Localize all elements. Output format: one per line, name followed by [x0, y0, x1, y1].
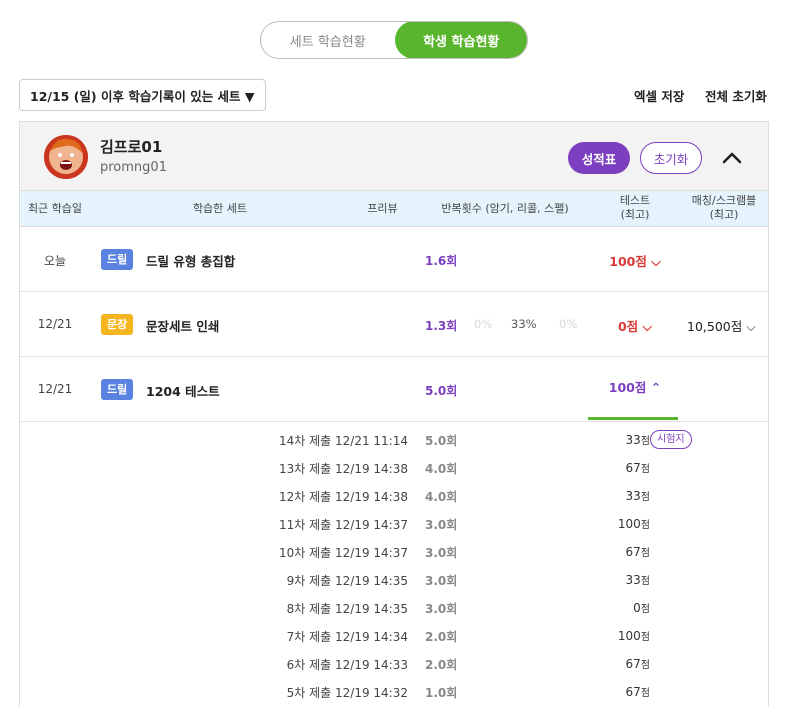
- memorize-percent: 0%: [474, 317, 493, 331]
- student-header: 김프로01 promng01 성적표 초기화: [20, 122, 768, 191]
- recall-percent: 33%: [511, 317, 537, 331]
- row-date: 오늘: [43, 254, 67, 268]
- history-row: 6차 제출 12/19 14:33 2.0회 67점: [20, 650, 770, 678]
- submission-label: 8차 제출 12/19 14:35: [286, 602, 408, 616]
- col-match: 매칭/스크램블 (최고): [680, 194, 768, 222]
- submission-score: 33점: [625, 573, 650, 587]
- tab-student-progress[interactable]: 학생 학습현황: [394, 22, 527, 58]
- submission-repeat: 2.0회: [425, 658, 458, 672]
- col-test-sub: (최고): [620, 208, 650, 221]
- set-name: 1204 테스트: [146, 384, 220, 399]
- submission-repeat: 3.0회: [425, 518, 458, 532]
- active-score-indicator: [588, 417, 678, 420]
- repeat-count: 1.3회: [425, 319, 458, 333]
- col-preview: 프리뷰: [367, 202, 398, 215]
- submission-label: 13차 제출 12/19 14:38: [279, 462, 408, 476]
- test-score-dropdown[interactable]: 100점 ⌵: [585, 251, 685, 270]
- set-name: 문장세트 인쇄: [146, 319, 220, 334]
- submission-score: 67점: [625, 461, 650, 475]
- table-row[interactable]: 12/21 문장 문장세트 인쇄 1.3회 0% 33% 0% 0점 ⌵ 10,…: [20, 292, 768, 357]
- match-score-dropdown[interactable]: 10,500점 ⌵: [687, 316, 756, 335]
- test-score-dropdown[interactable]: 0점 ⌵: [585, 316, 685, 335]
- submission-label: 10차 제출 12/19 14:37: [279, 546, 408, 560]
- avatar: [44, 135, 88, 179]
- submission-repeat: 4.0회: [425, 490, 458, 504]
- col-match-sub: (최고): [709, 208, 739, 221]
- table-header: 최근 학습일 학습한 세트 프리뷰 반복횟수 (암기, 리콜, 스펠) 테스트 …: [20, 191, 768, 227]
- submission-repeat: 2.0회: [425, 630, 458, 644]
- submission-label: 6차 제출 12/19 14:33: [286, 658, 408, 672]
- date-filter-dropdown[interactable]: 12/15 (일) 이후 학습기록이 있는 세트 ▼: [19, 79, 266, 111]
- history-row: 12차 제출 12/19 14:38 4.0회 33점: [20, 482, 770, 510]
- submission-score: 67점: [625, 545, 650, 559]
- history-row: 7차 제출 12/19 14:34 2.0회 100점: [20, 622, 770, 650]
- submission-label: 7차 제출 12/19 14:34: [286, 630, 408, 644]
- submission-repeat: 3.0회: [425, 602, 458, 616]
- view-tabs: 세트 학습현황 학생 학습현황: [260, 21, 528, 59]
- submission-label: 11차 제출 12/19 14:37: [279, 518, 408, 532]
- submission-repeat: 3.0회: [425, 574, 458, 588]
- history-row: 8차 제출 12/19 14:35 3.0회 0점: [20, 594, 770, 622]
- col-test-label: 테스트: [619, 194, 651, 207]
- test-paper-button[interactable]: 시험지: [650, 430, 692, 449]
- repeat-count: 5.0회: [425, 384, 458, 398]
- col-match-label: 매칭/스크램블: [691, 194, 757, 207]
- tab-set-progress[interactable]: 세트 학습현황: [261, 22, 395, 58]
- history-row: 14차 제출 12/21 11:14 5.0회 33점 시험지: [20, 426, 770, 454]
- submission-repeat: 3.0회: [425, 546, 458, 560]
- repeat-count: 1.6회: [425, 254, 458, 268]
- col-test: 테스트 (최고): [595, 194, 675, 222]
- submission-score: 33점: [625, 433, 650, 447]
- set-name: 드릴 유형 총집합: [146, 254, 236, 269]
- submission-repeat: 4.0회: [425, 462, 458, 476]
- submission-label: 14차 제출 12/21 11:14: [279, 434, 408, 448]
- submission-label: 12차 제출 12/19 14:38: [279, 490, 408, 504]
- submission-score: 100점: [617, 629, 650, 643]
- row-date: 12/21: [37, 317, 73, 331]
- history-row: 5차 제출 12/19 14:32 1.0회 67점: [20, 678, 770, 706]
- test-score-dropdown[interactable]: 100점 ⌃: [585, 377, 685, 396]
- submission-score: 67점: [625, 685, 650, 699]
- set-type-badge: 문장: [101, 314, 134, 335]
- set-type-badge: 드릴: [101, 249, 134, 270]
- chevron-up-icon[interactable]: [720, 146, 744, 170]
- history-row: 10차 제출 12/19 14:37 3.0회 67점: [20, 538, 770, 566]
- submission-label: 9차 제출 12/19 14:35: [286, 574, 408, 588]
- col-set: 학습한 세트: [192, 202, 248, 215]
- submission-label: 5차 제출 12/19 14:32: [286, 686, 408, 700]
- student-id: promng01: [100, 160, 167, 175]
- col-repeat: 반복횟수 (암기, 리콜, 스펠): [441, 202, 569, 215]
- excel-save-link[interactable]: 엑셀 저장: [634, 86, 684, 105]
- submission-repeat: 5.0회: [425, 434, 458, 448]
- table-row[interactable]: 오늘 드릴 드릴 유형 총집합 1.6회 100점 ⌵: [20, 227, 768, 292]
- submission-score: 67점: [625, 657, 650, 671]
- col-recent-date: 최근 학습일: [27, 202, 83, 215]
- student-card: 김프로01 promng01 성적표 초기화 최근 학습일 학습한 세트 프리뷰…: [19, 121, 769, 707]
- history-row: 11차 제출 12/19 14:37 3.0회 100점: [20, 510, 770, 538]
- set-type-badge: 드릴: [101, 379, 134, 400]
- table-row[interactable]: 12/21 드릴 1204 테스트 5.0회 100점 ⌃: [20, 357, 768, 422]
- reset-all-link[interactable]: 전체 초기화: [705, 86, 767, 105]
- submission-score: 33점: [625, 489, 650, 503]
- spell-percent: 0%: [559, 317, 578, 331]
- report-card-button[interactable]: 성적표: [568, 142, 630, 174]
- history-row: 13차 제출 12/19 14:38 4.0회 67점: [20, 454, 770, 482]
- reset-button[interactable]: 초기화: [640, 142, 702, 174]
- history-row: 9차 제출 12/19 14:35 3.0회 33점: [20, 566, 770, 594]
- submission-score: 0점: [633, 601, 650, 615]
- submission-score: 100점: [617, 517, 650, 531]
- student-name: 김프로01: [100, 138, 163, 156]
- submission-repeat: 1.0회: [425, 686, 458, 700]
- row-date: 12/21: [37, 382, 73, 396]
